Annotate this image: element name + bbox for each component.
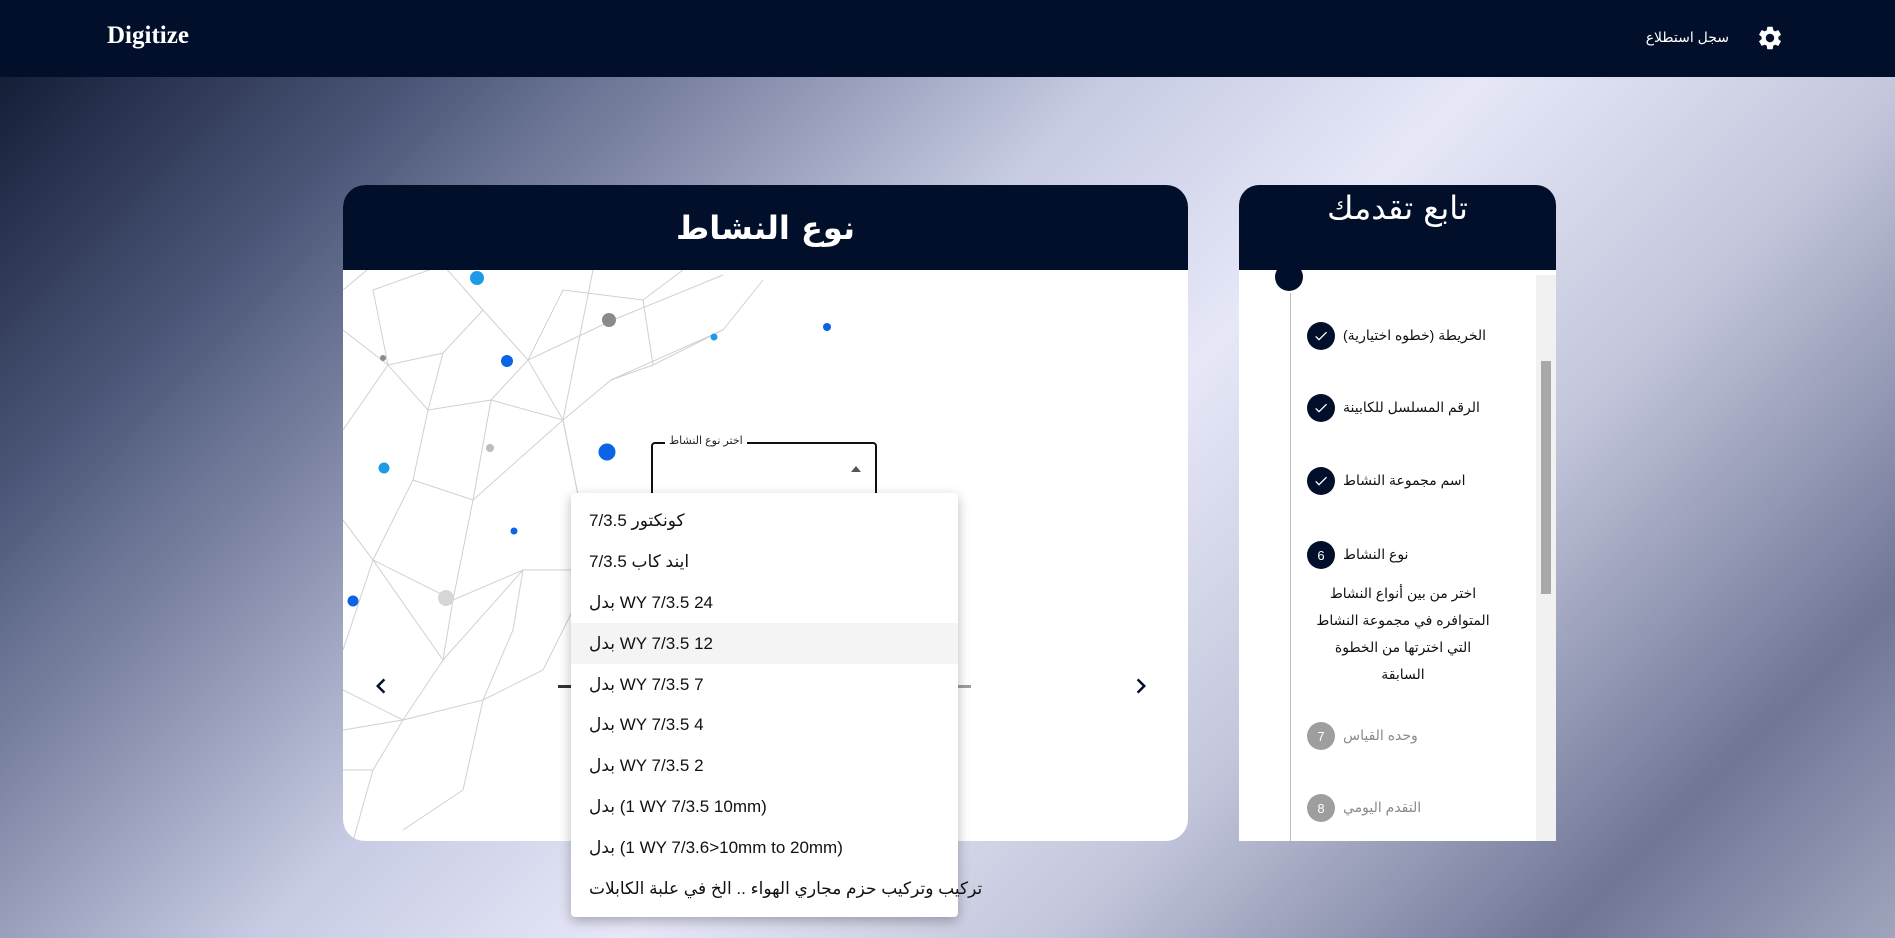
dropdown-option[interactable]: ايند كاب 7/3.5 [571, 542, 958, 583]
step-activity-type: 6 نوع النشاط [1271, 541, 1511, 571]
step-label: اسم مجموعة النشاط [1343, 472, 1466, 488]
step-label: نوع النشاط [1343, 546, 1409, 562]
step-label: الخريطة (خطوه اختيارية) [1343, 327, 1487, 343]
active-step-description: اختر من بين أنواع النشاط المتوافره في مج… [1316, 585, 1490, 682]
stepper-progress-right [956, 685, 971, 688]
select-label: اختر نوع النشاط [665, 434, 747, 447]
check-icon [1307, 394, 1335, 422]
step-number: 7 [1307, 722, 1335, 750]
scrollbar-thumb[interactable] [1541, 361, 1551, 594]
step-label: وحده القياس [1343, 727, 1418, 743]
brand-logo[interactable]: Digitize [107, 22, 189, 50]
dropdown-option[interactable]: تركيب وتركيب حزم مجاري الهواء .. الخ في … [571, 868, 982, 909]
chevron-left-icon[interactable] [366, 671, 396, 701]
step-measure-unit: 7 وحده القياس [1271, 722, 1511, 752]
step-number: 6 [1307, 541, 1335, 569]
caret-up-icon[interactable] [851, 466, 861, 472]
gear-icon[interactable] [1756, 24, 1784, 52]
survey-log-link[interactable]: سجل استطلاع [1646, 29, 1729, 46]
stepper-progress-left [558, 685, 571, 688]
progress-title: تابع تقدمك [1239, 185, 1556, 270]
step-cabinet-serial: الرقم المسلسل للكابينة [1271, 394, 1511, 424]
chevron-right-icon[interactable] [1126, 671, 1156, 701]
dropdown-option[interactable]: بدل WY 7/3.5 4 [571, 705, 958, 746]
step-partial-circle [1275, 263, 1303, 291]
dropdown-option[interactable]: بدل (1 WY 7/3.5 10mm) [571, 787, 958, 828]
step-daily-progress: 8 التقدم اليومي [1271, 794, 1511, 824]
dropdown-option[interactable]: بدل WY 7/3.5 24 [571, 583, 958, 624]
dropdown-option[interactable]: كونكتور 7/3.5 [571, 501, 958, 542]
check-icon [1307, 467, 1335, 495]
step-number: 8 [1307, 794, 1335, 822]
dropdown-option[interactable]: بدل WY 7/3.5 2 [571, 746, 958, 787]
step-map: الخريطة (خطوه اختيارية) [1271, 322, 1511, 352]
step-label: التقدم اليومي [1343, 799, 1422, 815]
top-app-bar: Digitize سجل استطلاع [0, 0, 1895, 77]
step-label: الرقم المسلسل للكابينة [1343, 399, 1480, 415]
dropdown-option-highlighted[interactable]: بدل WY 7/3.5 12 [571, 623, 958, 665]
dropdown-option[interactable]: بدل (1 WY 7/3.6>10mm to 20mm) [571, 827, 958, 868]
dropdown-option[interactable]: بدل WY 7/3.5 7 [571, 664, 958, 705]
activity-type-dropdown: كونكتور 7/3.5 ايند كاب 7/3.5 بدل WY 7/3.… [571, 493, 982, 917]
card-title: نوع النشاط [343, 185, 1188, 270]
step-activity-group: اسم مجموعة النشاط [1271, 467, 1511, 497]
check-icon [1307, 322, 1335, 350]
progress-panel: تابع تقدمك الخريطة (خطوه اختيارية) الرقم… [1239, 185, 1556, 841]
panel-scrollbar[interactable] [1536, 275, 1556, 841]
